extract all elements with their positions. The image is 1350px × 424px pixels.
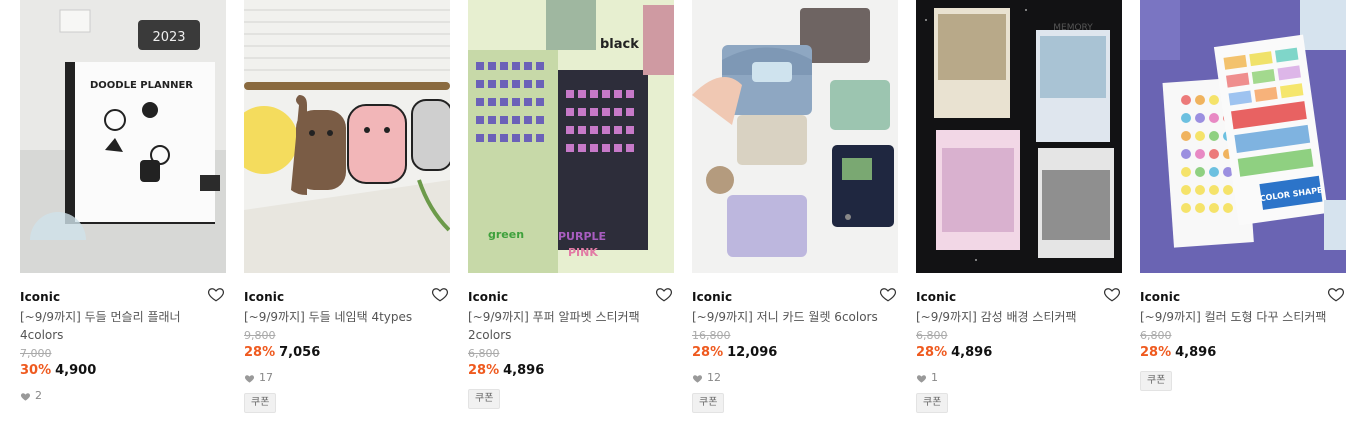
heart-icon[interactable] xyxy=(1327,285,1345,303)
original-price: 6,800 xyxy=(1140,329,1172,342)
product-image[interactable] xyxy=(244,0,450,273)
discount-rate: 28% xyxy=(1140,345,1172,360)
like-count: 17 xyxy=(244,371,450,385)
like-count: 1 xyxy=(916,371,1122,385)
discount-rate: 30% xyxy=(20,363,52,378)
coupon-badge: 쿠폰 xyxy=(244,393,277,413)
brand-name[interactable]: Iconic xyxy=(692,290,732,304)
svg-text:green: green xyxy=(488,228,524,241)
discount-rate: 28% xyxy=(244,345,276,360)
discount-rate: 28% xyxy=(468,363,500,378)
like-count: 12 xyxy=(692,371,898,385)
original-price: 6,800 xyxy=(468,347,500,360)
product-card[interactable]: Iconic [~9/9까지] 저니 카드 월렛 6colors 16,800 … xyxy=(692,0,898,413)
discount-rate: 28% xyxy=(916,345,948,360)
product-image[interactable] xyxy=(692,0,898,273)
brand-name[interactable]: Iconic xyxy=(244,290,284,304)
svg-text:2023: 2023 xyxy=(152,30,185,45)
original-price: 16,800 xyxy=(692,329,731,342)
brand-name[interactable]: Iconic xyxy=(916,290,956,304)
heart-filled-icon xyxy=(244,374,255,383)
coupon-badge: 쿠폰 xyxy=(916,393,949,413)
product-card[interactable]: black green PURPLE PINK Iconic [~9/9까지] … xyxy=(468,0,674,409)
heart-icon[interactable] xyxy=(431,285,449,303)
like-count-value: 12 xyxy=(707,371,721,384)
product-image[interactable]: MEMORY xyxy=(916,0,1122,273)
brand-name[interactable]: Iconic xyxy=(468,290,508,304)
product-title[interactable]: [~9/9까지] 감성 배경 스티커팩 xyxy=(916,308,1116,326)
heart-icon[interactable] xyxy=(207,285,225,303)
product-title[interactable]: [~9/9까지] 저니 카드 월렛 6colors xyxy=(692,308,892,326)
heart-icon[interactable] xyxy=(879,285,897,303)
svg-text:PURPLE: PURPLE xyxy=(558,230,606,243)
coupon-badge: 쿠폰 xyxy=(692,393,725,413)
heart-filled-icon xyxy=(916,374,927,383)
original-price: 6,800 xyxy=(916,329,948,342)
image-label: MEMORY xyxy=(1053,23,1093,33)
image-label: DOODLE PLANNER xyxy=(90,80,193,91)
like-count: 2 xyxy=(20,389,226,403)
heart-filled-icon xyxy=(692,374,703,383)
product-title[interactable]: [~9/9까지] 컬러 도형 다꾸 스티커팩 xyxy=(1140,308,1340,326)
sale-price: 4,896 xyxy=(951,345,993,360)
image-label: black xyxy=(600,37,639,52)
like-count-value: 2 xyxy=(35,389,42,402)
original-price: 7,000 xyxy=(20,347,52,360)
original-price: 9,800 xyxy=(244,329,276,342)
coupon-badge: 쿠폰 xyxy=(468,389,501,409)
sale-price: 4,896 xyxy=(503,363,545,378)
sale-price: 12,096 xyxy=(727,345,778,360)
sale-price: 7,056 xyxy=(279,345,321,360)
product-card[interactable]: COLOR SHAPE Iconic [~9/9까지] 컬러 도형 다꾸 스티커… xyxy=(1140,0,1346,391)
brand-name[interactable]: Iconic xyxy=(1140,290,1180,304)
product-card[interactable]: MEMORY Iconic [~9/9까지] 감성 배경 스티커팩 6,800 … xyxy=(916,0,1122,413)
brand-name[interactable]: Iconic xyxy=(20,290,60,304)
product-image[interactable]: black green PURPLE PINK xyxy=(468,0,674,273)
heart-icon[interactable] xyxy=(1103,285,1121,303)
svg-text:PINK: PINK xyxy=(568,246,598,259)
sale-price: 4,896 xyxy=(1175,345,1217,360)
product-card[interactable]: Iconic [~9/9까지] 두들 네임택 4types 9,800 28% 7… xyxy=(244,0,450,413)
coupon-badge: 쿠폰 xyxy=(1140,371,1173,391)
product-title[interactable]: [~9/9까지] 두들 먼슬리 플래너 4colors xyxy=(20,308,220,344)
product-title[interactable]: [~9/9까지] 푸퍼 알파벳 스티커팩 2colors xyxy=(468,308,668,344)
like-count-value: 1 xyxy=(931,371,938,384)
product-card[interactable]: 2023 DOODLE PLANNER Iconic [~9/9까지] 두들 먼… xyxy=(20,0,226,403)
product-grid: 2023 DOODLE PLANNER Iconic [~9/9까지] 두들 먼… xyxy=(0,0,1350,424)
sale-price: 4,900 xyxy=(55,363,97,378)
heart-icon[interactable] xyxy=(655,285,673,303)
product-image[interactable]: 2023 DOODLE PLANNER xyxy=(20,0,226,273)
like-count-value: 17 xyxy=(259,371,273,384)
product-title[interactable]: [~9/9까지] 두들 네임택 4types xyxy=(244,308,444,326)
heart-filled-icon xyxy=(20,392,31,401)
product-image[interactable]: COLOR SHAPE xyxy=(1140,0,1346,273)
discount-rate: 28% xyxy=(692,345,724,360)
